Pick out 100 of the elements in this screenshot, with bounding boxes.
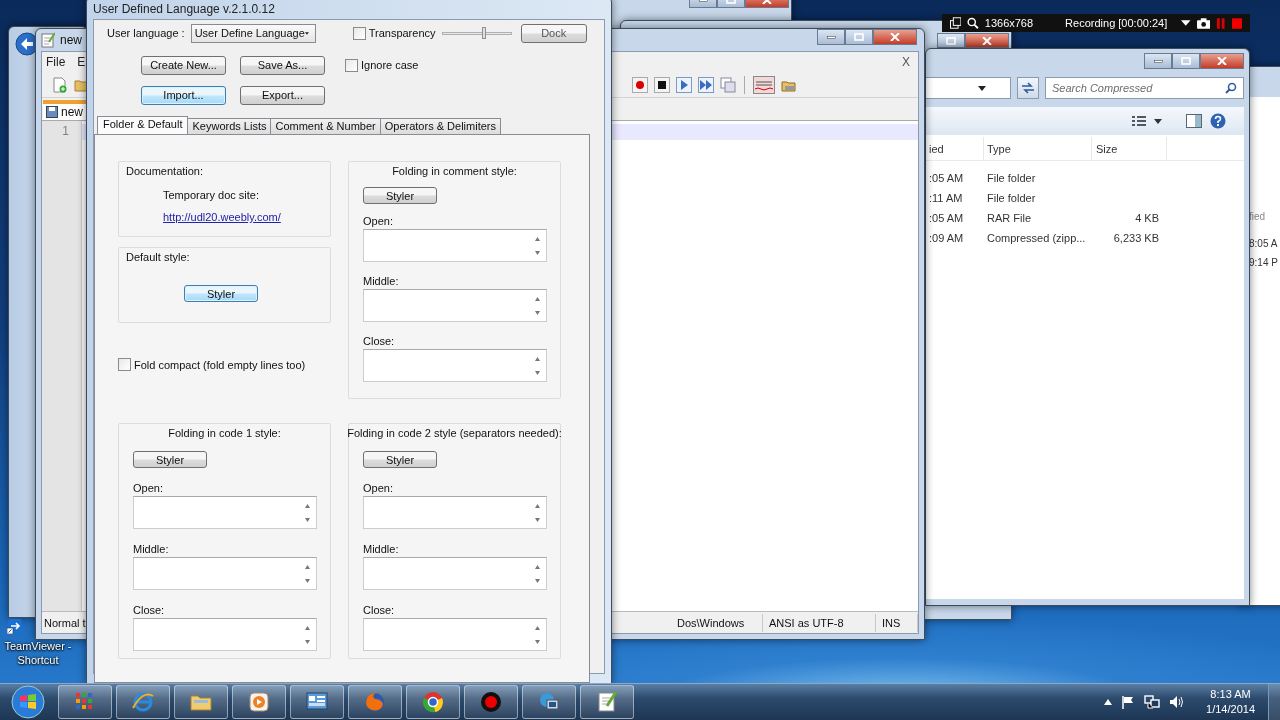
volume-icon[interactable] bbox=[1169, 695, 1186, 709]
text-field[interactable] bbox=[133, 557, 317, 590]
document-tab[interactable]: new bbox=[43, 100, 86, 120]
dropdown[interactable]: User Define Language bbox=[190, 23, 316, 43]
flag-icon[interactable] bbox=[1121, 695, 1136, 709]
text-field[interactable] bbox=[363, 289, 547, 322]
search-icon[interactable] bbox=[1225, 82, 1237, 94]
field-label: Open: bbox=[133, 482, 164, 494]
address-field[interactable] bbox=[926, 77, 1011, 99]
maximize-button[interactable] bbox=[1172, 53, 1200, 69]
text-field[interactable] bbox=[363, 349, 547, 382]
tab[interactable]: Keywords Lists bbox=[187, 118, 272, 134]
show-hidden-icons-icon[interactable] bbox=[1104, 699, 1113, 705]
close-icon bbox=[890, 33, 900, 41]
slider-thumb[interactable] bbox=[481, 27, 486, 39]
taskbar-button[interactable] bbox=[232, 685, 286, 719]
column-header[interactable]: Size bbox=[1092, 136, 1167, 161]
play-icon[interactable] bbox=[676, 76, 692, 93]
notepad-icon bbox=[41, 32, 55, 48]
stop-icon[interactable] bbox=[654, 76, 670, 93]
table-cell-text: RAR File bbox=[986, 212, 1032, 224]
menu-item[interactable]: E bbox=[77, 55, 86, 69]
maximize-button[interactable] bbox=[937, 33, 965, 48]
line-number: 1 bbox=[61, 124, 70, 138]
checkbox-label: Ignore case bbox=[361, 59, 419, 71]
maximize-button[interactable] bbox=[845, 29, 873, 45]
field-label: Open: bbox=[363, 482, 394, 494]
close-button[interactable] bbox=[873, 29, 917, 45]
table-cell-text: :11 AM bbox=[929, 192, 964, 204]
show-desktop-button[interactable] bbox=[1268, 684, 1280, 720]
checkbox[interactable] bbox=[352, 26, 366, 40]
desktop-icon-label[interactable]: TeamViewer - Shortcut bbox=[4, 639, 72, 667]
taskbar-button[interactable] bbox=[406, 685, 460, 719]
tab[interactable]: Operators & Delimiters bbox=[379, 118, 501, 134]
dropdown-arrow-icon[interactable] bbox=[978, 85, 986, 91]
button[interactable]: Import... bbox=[141, 85, 226, 105]
taskbar-button[interactable] bbox=[580, 685, 634, 719]
maximize-icon bbox=[1181, 57, 1191, 65]
button[interactable]: Styler bbox=[184, 285, 258, 302]
close-button[interactable] bbox=[1200, 53, 1244, 69]
button[interactable]: Save As... bbox=[240, 55, 325, 75]
column-header[interactable]: ied bbox=[929, 136, 984, 161]
dropdown-arrow-icon bbox=[304, 30, 309, 36]
tab[interactable]: Comment & Number bbox=[270, 118, 381, 134]
text-field[interactable] bbox=[133, 618, 317, 651]
help-icon[interactable] bbox=[1210, 113, 1226, 129]
link[interactable]: http://udl20.weebly.com/ bbox=[163, 211, 281, 223]
spell-check-icon[interactable] bbox=[753, 75, 775, 94]
new-file-icon[interactable] bbox=[52, 76, 68, 93]
button[interactable]: Styler bbox=[363, 451, 437, 468]
clock[interactable]: 8:13 AM 1/14/2014 bbox=[1202, 687, 1259, 717]
checkbox[interactable] bbox=[345, 58, 358, 72]
refresh-button[interactable] bbox=[1017, 77, 1039, 99]
view-list-icon[interactable] bbox=[1132, 115, 1146, 127]
text-field[interactable] bbox=[133, 496, 317, 529]
button[interactable]: Styler bbox=[363, 187, 437, 204]
column-header[interactable]: Type bbox=[984, 136, 1092, 161]
taskbar-button[interactable] bbox=[174, 685, 228, 719]
taskbar-button[interactable] bbox=[116, 685, 170, 719]
close-icon bbox=[982, 36, 992, 45]
text-field[interactable] bbox=[363, 618, 547, 651]
status-text: INS bbox=[876, 613, 918, 632]
search-field[interactable]: Search Compressed bbox=[1045, 77, 1244, 99]
start-button[interactable] bbox=[9, 684, 47, 720]
fast-forward-icon[interactable] bbox=[698, 76, 714, 93]
button[interactable]: Styler bbox=[133, 451, 207, 468]
tab[interactable]: Folder & Default bbox=[97, 116, 189, 134]
minimize-icon bbox=[826, 35, 836, 39]
taskbar-button[interactable] bbox=[290, 685, 344, 719]
menu-item[interactable]: File bbox=[46, 55, 66, 69]
checkbox[interactable] bbox=[118, 358, 131, 371]
close-button[interactable]: X bbox=[902, 55, 910, 69]
taskbar-button[interactable] bbox=[348, 685, 402, 719]
button[interactable]: Export... bbox=[240, 85, 325, 105]
shortcut-icon[interactable] bbox=[7, 618, 23, 634]
pause-icon[interactable] bbox=[1216, 17, 1226, 29]
taskbar-button[interactable] bbox=[464, 685, 518, 719]
record-icon[interactable] bbox=[632, 76, 648, 93]
minimize-button[interactable] bbox=[1144, 53, 1172, 69]
dropdown-arrow-icon[interactable] bbox=[1154, 118, 1162, 124]
minimize-icon bbox=[1153, 59, 1163, 63]
resolution-text: 1366x768 bbox=[984, 17, 1034, 29]
taskbar-button[interactable] bbox=[522, 685, 576, 719]
save-macro-icon[interactable] bbox=[720, 76, 736, 93]
magnifier-icon[interactable] bbox=[967, 17, 979, 29]
group-heading: Folding in code 1 style: bbox=[168, 427, 281, 439]
network-icon[interactable] bbox=[1144, 695, 1161, 709]
text-field[interactable] bbox=[363, 229, 547, 262]
field-label: Close: bbox=[133, 604, 166, 616]
minimize-button[interactable] bbox=[817, 29, 845, 45]
close-button[interactable] bbox=[965, 33, 1009, 48]
text-field[interactable] bbox=[363, 496, 547, 529]
text-field[interactable] bbox=[363, 557, 547, 590]
dropdown-arrow-icon[interactable] bbox=[1181, 20, 1191, 26]
camera-icon[interactable] bbox=[1196, 17, 1211, 29]
preview-pane-icon[interactable] bbox=[1186, 114, 1202, 128]
dock-button[interactable]: Dock bbox=[520, 23, 587, 43]
windows-overlap-icon[interactable] bbox=[950, 17, 962, 29]
taskbar-button[interactable] bbox=[58, 685, 112, 719]
button[interactable]: Create New... bbox=[141, 55, 226, 75]
